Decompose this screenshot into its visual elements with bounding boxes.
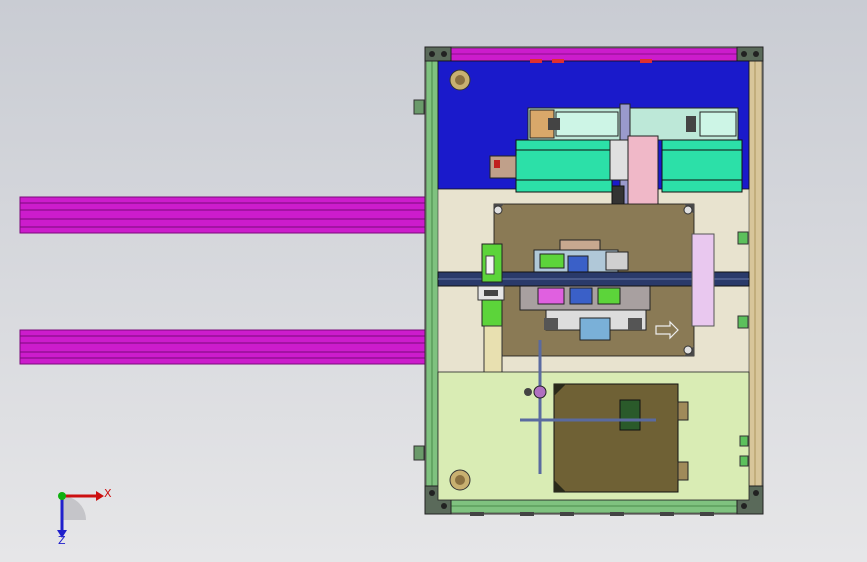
z-axis-label: Z: [58, 534, 66, 547]
side-block: [691, 233, 715, 327]
corner-block: [424, 46, 452, 62]
coordinate-axis-triad-icon: X Z: [57, 487, 112, 547]
x-axis-label: X: [104, 487, 112, 500]
cyan-module-right: [661, 139, 743, 193]
sensor: [737, 315, 749, 329]
sensor: [737, 231, 749, 245]
assembly-drawing: X Z: [19, 46, 764, 547]
corner-block: [736, 46, 764, 62]
upper-cylinder: [527, 107, 739, 141]
cad-viewport[interactable]: X Z: [0, 0, 867, 562]
